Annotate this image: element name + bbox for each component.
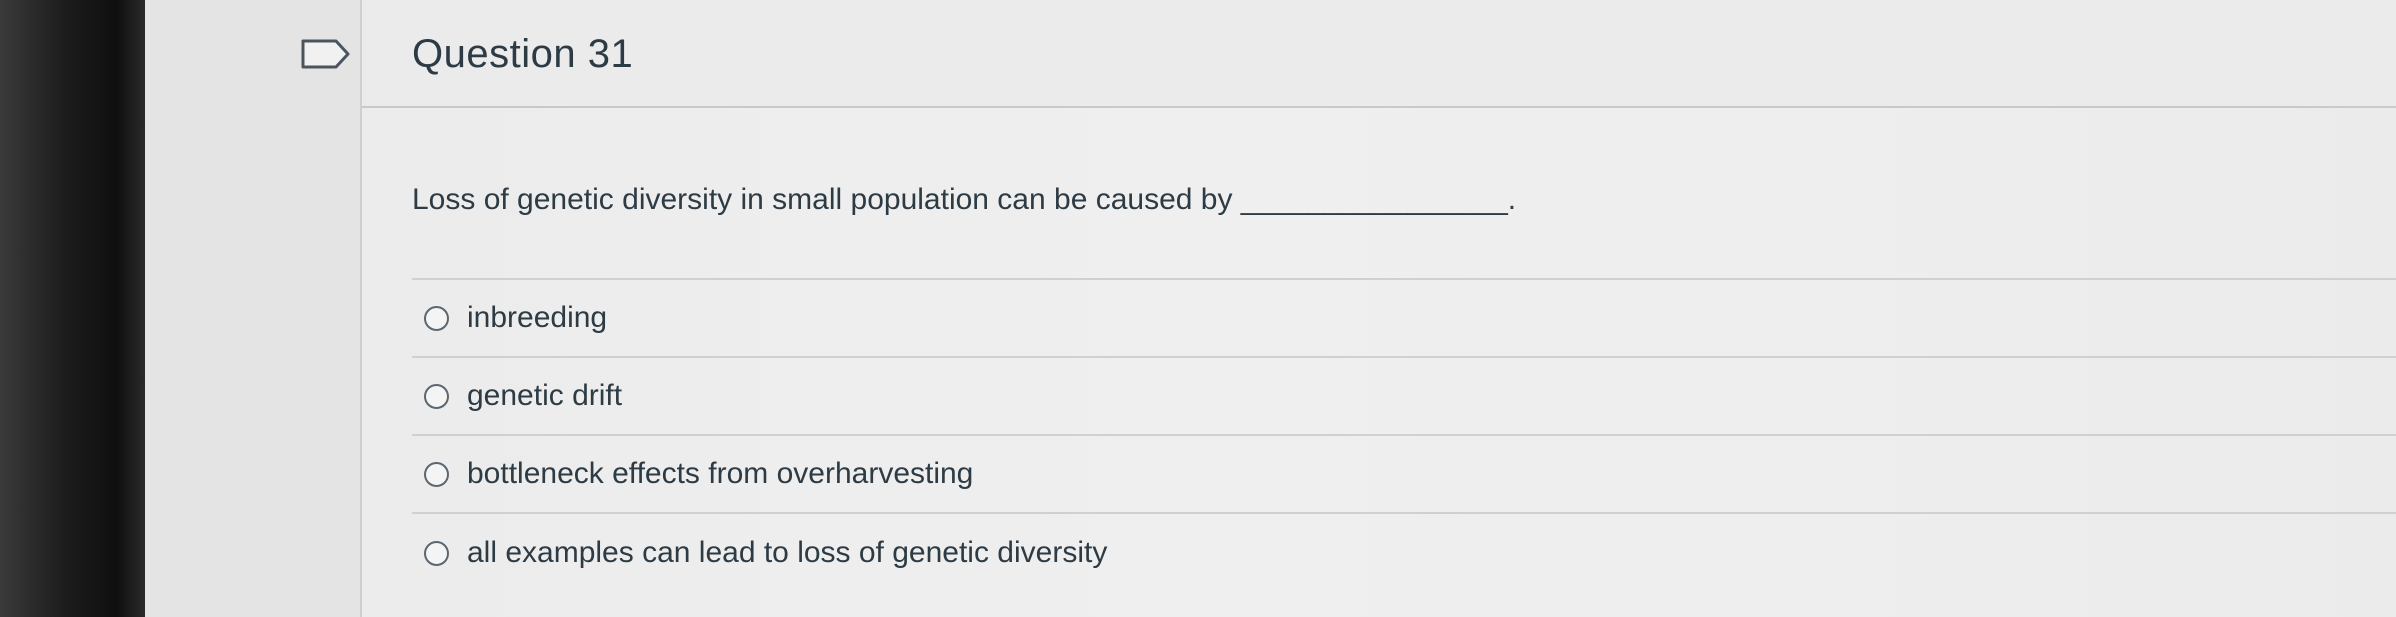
question-title: Question 31 (412, 32, 634, 76)
answer-label[interactable]: inbreeding (467, 301, 607, 335)
question-header: Question 31 (362, 0, 2396, 108)
left-margin (145, 0, 360, 617)
answer-option-genetic-drift[interactable]: genetic drift (412, 358, 2396, 436)
answer-label[interactable]: all examples can lead to loss of genetic… (467, 536, 1107, 570)
question-prompt: Loss of genetic diversity in small popul… (412, 183, 1517, 216)
monitor-bezel (0, 0, 145, 617)
question-card: Question 31 Loss of genetic diversity in… (360, 0, 2396, 617)
radio-icon[interactable] (424, 383, 449, 409)
radio-icon[interactable] (424, 540, 449, 566)
answer-label[interactable]: bottleneck effects from overharvesting (467, 457, 973, 491)
flag-question-icon[interactable] (300, 38, 352, 70)
answer-option-all-examples[interactable]: all examples can lead to loss of genetic… (412, 514, 2396, 592)
answer-option-inbreeding[interactable]: inbreeding (412, 280, 2396, 358)
radio-icon[interactable] (424, 305, 449, 331)
radio-icon[interactable] (424, 461, 449, 487)
answer-label[interactable]: genetic drift (467, 379, 622, 413)
answer-option-bottleneck[interactable]: bottleneck effects from overharvesting (412, 436, 2396, 514)
answer-list: inbreeding genetic drift bottleneck effe… (412, 280, 2396, 592)
screen: Question 31 Loss of genetic diversity in… (0, 0, 2396, 617)
